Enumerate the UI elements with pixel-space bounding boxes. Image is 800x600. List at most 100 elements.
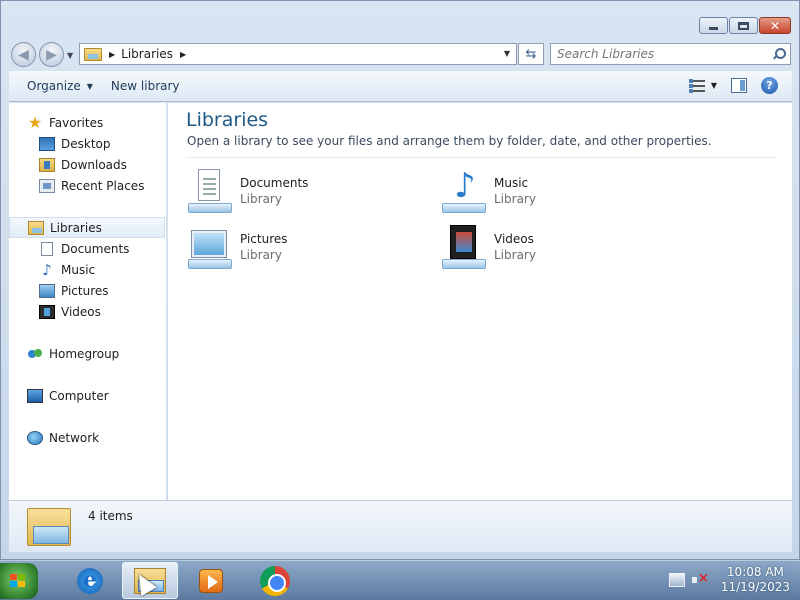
nav-computer[interactable]: Computer	[9, 385, 165, 406]
library-pictures-text: Pictures Library	[240, 232, 288, 262]
start-button[interactable]	[0, 563, 38, 599]
nav-homegroup[interactable]: Homegroup	[9, 343, 165, 364]
nav-network-label: Network	[49, 430, 100, 445]
nav-network[interactable]: Network	[9, 427, 165, 448]
address-history-dropdown[interactable]: ▼	[504, 49, 510, 58]
back-arrow-icon: ◀	[18, 46, 29, 63]
star-icon: ★	[27, 112, 43, 132]
minimize-icon	[709, 26, 718, 30]
taskbar-chrome[interactable]	[247, 562, 303, 599]
preview-pane-icon[interactable]	[731, 78, 747, 93]
change-view-icon[interactable]	[688, 78, 705, 93]
new-library-button[interactable]: New library	[111, 79, 180, 93]
library-type: Library	[494, 248, 536, 262]
page-title: Libraries	[186, 109, 269, 131]
system-tray: 10:08 AM 11/19/2023	[668, 565, 790, 595]
search-input[interactable]	[557, 47, 757, 61]
internet-explorer-icon	[77, 567, 103, 594]
computer-icon	[27, 388, 43, 403]
videos-library-icon	[440, 223, 488, 271]
library-videos[interactable]: Videos Library	[440, 221, 680, 273]
taskbar: 10:08 AM 11/19/2023	[0, 560, 800, 600]
libraries-icon	[28, 220, 44, 235]
library-type: Library	[494, 192, 536, 206]
maximize-icon	[738, 21, 749, 30]
close-button[interactable]: ✕	[759, 17, 791, 34]
library-documents-text: Documents Library	[240, 176, 308, 206]
nav-computer-label: Computer	[49, 388, 109, 403]
library-music-text: Music Library	[494, 176, 536, 206]
downloads-folder-icon	[39, 157, 55, 172]
nav-favorites-label: Favorites	[49, 115, 104, 130]
library-type: Library	[240, 248, 282, 262]
library-type: Library	[240, 192, 282, 206]
item-count: 4 items	[88, 509, 133, 523]
search-icon[interactable]	[772, 48, 786, 60]
view-options-dropdown[interactable]: ▼	[711, 81, 717, 90]
volume-muted-icon[interactable]	[691, 571, 709, 587]
library-music[interactable]: ♪ Music Library	[440, 165, 680, 217]
chevron-down-icon: ▼	[86, 81, 93, 91]
forward-arrow-icon: ▶	[46, 46, 57, 63]
forward-button[interactable]: ▶	[39, 42, 64, 67]
organize-button[interactable]: Organize ▼	[27, 79, 93, 93]
nav-libraries-label: Libraries	[50, 220, 102, 235]
address-bar[interactable]: ▶ Libraries ▶ ▼	[79, 43, 517, 65]
nav-downloads[interactable]: Downloads	[9, 154, 165, 175]
help-icon[interactable]: ?	[761, 77, 778, 94]
nav-desktop-label: Desktop	[61, 136, 111, 151]
title-bar[interactable]: ✕	[1, 1, 799, 37]
nav-libraries[interactable]: Libraries	[9, 217, 165, 238]
nav-recent-places[interactable]: Recent Places	[9, 175, 165, 196]
refresh-button[interactable]: ⇆	[518, 43, 544, 65]
search-box	[550, 43, 791, 65]
library-name: Documents	[240, 176, 309, 190]
library-name: Music	[494, 176, 529, 190]
organize-label: Organize	[27, 79, 81, 93]
library-documents[interactable]: Documents Library	[186, 165, 426, 217]
documents-library-icon	[186, 167, 234, 215]
nav-music[interactable]: ♪ Music	[9, 259, 165, 280]
back-button[interactable]: ◀	[11, 42, 36, 67]
caption-buttons: ✕	[699, 17, 791, 34]
nav-documents[interactable]: Documents	[9, 238, 165, 259]
taskbar-windows-explorer[interactable]	[122, 562, 178, 599]
breadcrumb-libraries[interactable]: Libraries	[121, 47, 173, 61]
command-bar: Organize ▼ New library ▼ ?	[9, 71, 792, 102]
library-name: Pictures	[240, 232, 288, 246]
music-note-icon: ♪	[42, 260, 52, 279]
clock[interactable]: 10:08 AM 11/19/2023	[721, 565, 790, 595]
address-row: ◀ ▶ ▼ ▶ Libraries ▶ ▼ ⇆	[1, 39, 799, 67]
nav-music-label: Music	[61, 262, 96, 277]
libraries-large-icon	[27, 506, 73, 548]
network-globe-icon	[27, 430, 43, 445]
picture-icon	[39, 283, 55, 298]
libraries-folder-icon	[84, 47, 102, 61]
desktop-icon	[39, 136, 55, 151]
taskbar-media-player[interactable]	[183, 562, 239, 599]
breadcrumb-chevron-icon[interactable]: ▶	[180, 50, 186, 59]
maximize-button[interactable]	[729, 17, 758, 34]
close-icon: ✕	[769, 18, 781, 33]
nav-videos-label: Videos	[61, 304, 101, 319]
nav-desktop[interactable]: Desktop	[9, 133, 165, 154]
windows-logo-icon	[10, 574, 26, 588]
document-icon	[41, 241, 53, 256]
nav-favorites[interactable]: ★ Favorites	[9, 112, 165, 133]
minimize-button[interactable]	[699, 17, 728, 34]
film-strip-icon	[39, 304, 55, 319]
explorer-window: ✕ ◀ ▶ ▼ ▶ Libraries ▶ ▼ ⇆ Organize ▼ New…	[0, 0, 800, 560]
media-player-icon	[199, 568, 223, 593]
refresh-icon: ⇆	[525, 46, 537, 62]
nav-homegroup-label: Homegroup	[49, 346, 120, 361]
homegroup-icon	[27, 347, 43, 361]
library-pictures[interactable]: Pictures Library	[186, 221, 426, 273]
taskbar-internet-explorer[interactable]	[62, 562, 118, 599]
nav-pictures[interactable]: Pictures	[9, 280, 165, 301]
breadcrumb-separator-icon[interactable]: ▶	[109, 50, 115, 59]
network-status-icon[interactable]	[668, 573, 685, 587]
recent-pages-dropdown[interactable]: ▼	[67, 51, 73, 60]
nav-downloads-label: Downloads	[61, 157, 127, 172]
nav-recent-places-label: Recent Places	[61, 178, 145, 193]
nav-videos[interactable]: Videos	[9, 301, 165, 322]
